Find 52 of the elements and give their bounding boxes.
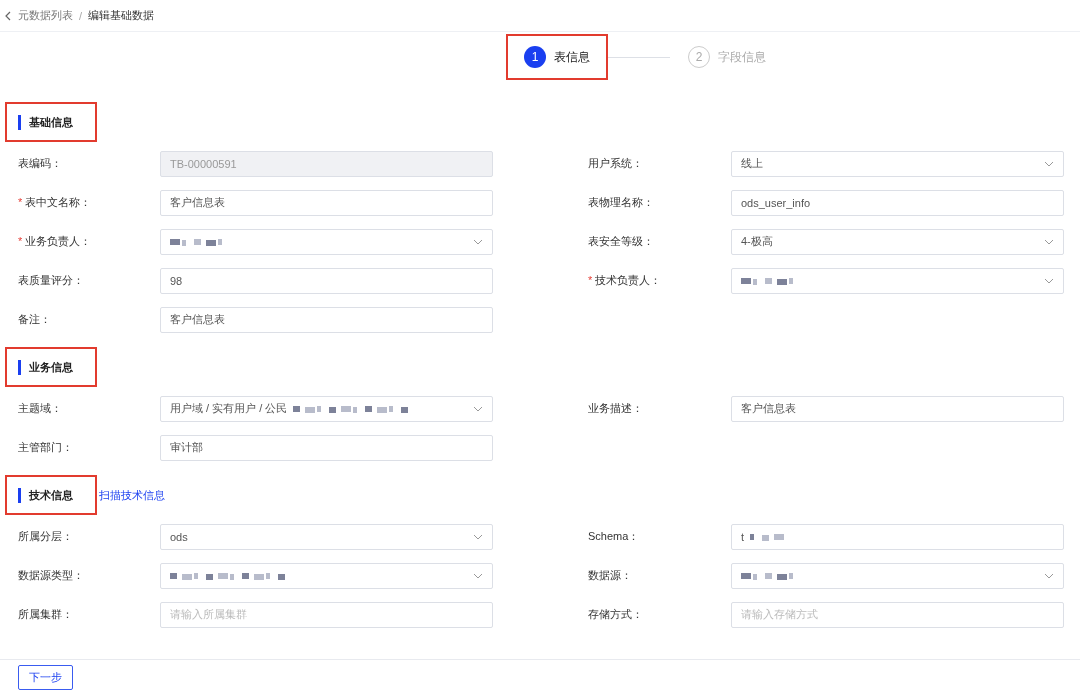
field-label: 表中文名称： [25,196,92,208]
breadcrumb-separator: / [79,9,83,22]
field-label: Schema： [588,529,641,544]
field-label: 所属集群： [18,607,74,622]
input-field[interactable]: 审计部 [160,434,493,461]
select-field[interactable]: 4-极高 [731,228,1064,255]
select-field[interactable]: 线上 [731,150,1064,177]
breadcrumb-current: 编辑基础数据 [88,8,155,23]
step-label: 表信息 [554,48,590,66]
field-label: 表质量评分： [18,273,85,288]
select-field[interactable] [160,228,493,255]
required-mark: * [18,196,23,208]
step-number: 1 [524,46,546,68]
field-label: 表安全等级： [588,234,655,249]
section-title: 业务信息 [29,359,73,375]
input-field[interactable]: t [731,523,1064,550]
field-label: 技术负责人： [595,274,662,286]
field-label: 主题域： [18,401,63,416]
field-label: 业务描述： [588,401,644,416]
select-field[interactable] [731,562,1064,589]
select-field[interactable]: ods [160,523,493,550]
field-label: 数据源： [588,568,633,583]
select-field[interactable]: 用户域 / 实有用户 / 公民 [160,395,493,422]
input-field[interactable]: ods_user_info [731,189,1064,216]
accent-bar [18,487,21,503]
field-label: 所属分层： [18,529,74,544]
section-title: 技术信息 [29,487,73,503]
accent-bar [18,359,21,375]
scan-link[interactable]: 扫描技术信息 [99,487,165,503]
breadcrumb-link[interactable]: 元数据列表 [18,8,73,23]
field-label: 主管部门： [18,440,74,455]
field-label: 用户系统： [588,156,644,171]
field-label: 存储方式： [588,607,644,622]
required-mark: * [18,235,23,247]
required-mark: * [588,274,593,286]
field-label: 表编码： [18,156,63,171]
input-field[interactable]: 客户信息表 [160,189,493,216]
step-tab[interactable]: 1 表信息 [506,34,608,80]
input-field[interactable]: 客户信息表 [731,395,1064,422]
field-label: 业务负责人： [25,235,92,247]
select-field[interactable] [160,562,493,589]
step-label: 字段信息 [718,48,766,66]
accent-bar [18,114,21,130]
field-label: 备注： [18,312,52,327]
input-field[interactable]: 98 [160,267,493,294]
next-button[interactable]: 下一步 [18,664,73,690]
input-field[interactable]: 客户信息表 [160,306,493,333]
back-icon[interactable] [4,10,12,21]
field-label: 数据源类型： [18,568,85,583]
field-label: 表物理名称： [588,195,655,210]
section-title: 基础信息 [29,114,73,130]
select-field[interactable] [731,267,1064,294]
